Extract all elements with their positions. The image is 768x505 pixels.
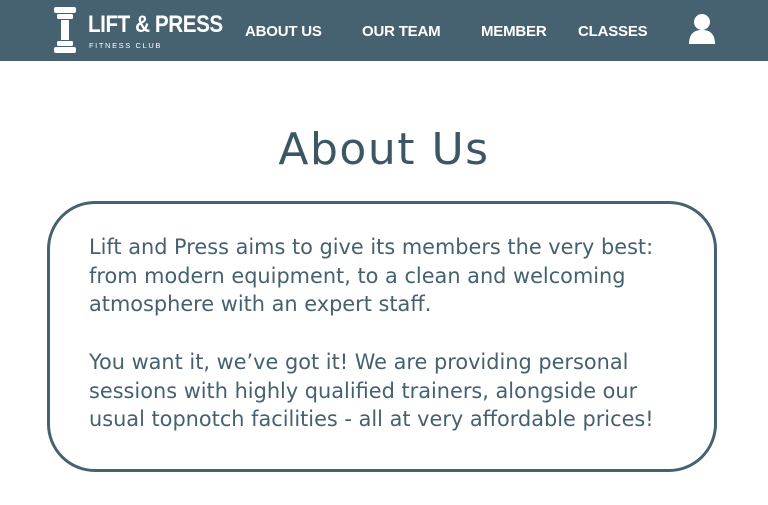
dumbbell-icon — [54, 7, 76, 53]
nav-classes[interactable]: CLASSES — [578, 22, 648, 42]
brand-tagline: FITNESS CLUB — [89, 41, 162, 50]
user-account-button[interactable] — [686, 12, 718, 46]
about-paragraph-services: You want it, we’ve got it! We are provid… — [89, 350, 654, 432]
user-icon — [689, 14, 715, 44]
brand-name: LIFT & PRESS — [88, 11, 223, 38]
brand-logo[interactable]: LIFT & PRESS FITNESS CLUB — [54, 7, 223, 53]
top-navbar: LIFT & PRESS FITNESS CLUB ABOUT US OUR T… — [0, 0, 768, 61]
nav-about-us[interactable]: ABOUT US — [245, 22, 322, 42]
about-paragraph-mission: Lift and Press aims to give its members … — [89, 235, 654, 317]
page-title: About Us — [278, 124, 490, 175]
nav-our-team[interactable]: OUR TEAM — [362, 22, 441, 42]
nav-member[interactable]: MEMBER — [481, 22, 547, 42]
